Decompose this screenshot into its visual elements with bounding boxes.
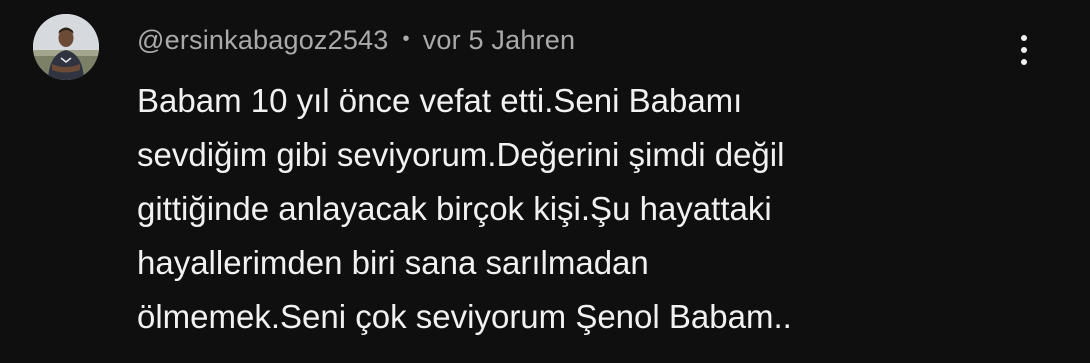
comment-line: ölmemek.Seni çok seviyorum Şenol Babam..: [137, 298, 792, 335]
comment-line: sevdiğim gibi seviyorum.Değerini şimdi d…: [137, 136, 785, 173]
author-handle[interactable]: @ersinkabagoz2543: [137, 25, 388, 56]
menu-dot: [1021, 47, 1027, 53]
comment-line: gittiğinde anlayacak birçok kişi.Şu haya…: [137, 190, 772, 227]
menu-dot: [1021, 59, 1027, 65]
comment-body: Babam 10 yıl önce vefat etti.Seni Babamı…: [137, 74, 997, 344]
comment-thread: @ersinkabagoz2543 • vor 5 Jahren Babam 1…: [0, 0, 1090, 363]
comment-timestamp[interactable]: vor 5 Jahren: [423, 25, 575, 56]
meta-separator: •: [402, 27, 410, 50]
user-avatar-photo-icon: [33, 14, 99, 80]
comment-header: @ersinkabagoz2543 • vor 5 Jahren: [137, 20, 575, 60]
more-vert-icon[interactable]: [1006, 26, 1042, 74]
menu-dot: [1021, 35, 1027, 41]
avatar[interactable]: [33, 14, 99, 80]
comment-line: hayallerimden biri sana sarılmadan: [137, 244, 649, 281]
comment-line: Babam 10 yıl önce vefat etti.Seni Babamı: [137, 82, 743, 119]
